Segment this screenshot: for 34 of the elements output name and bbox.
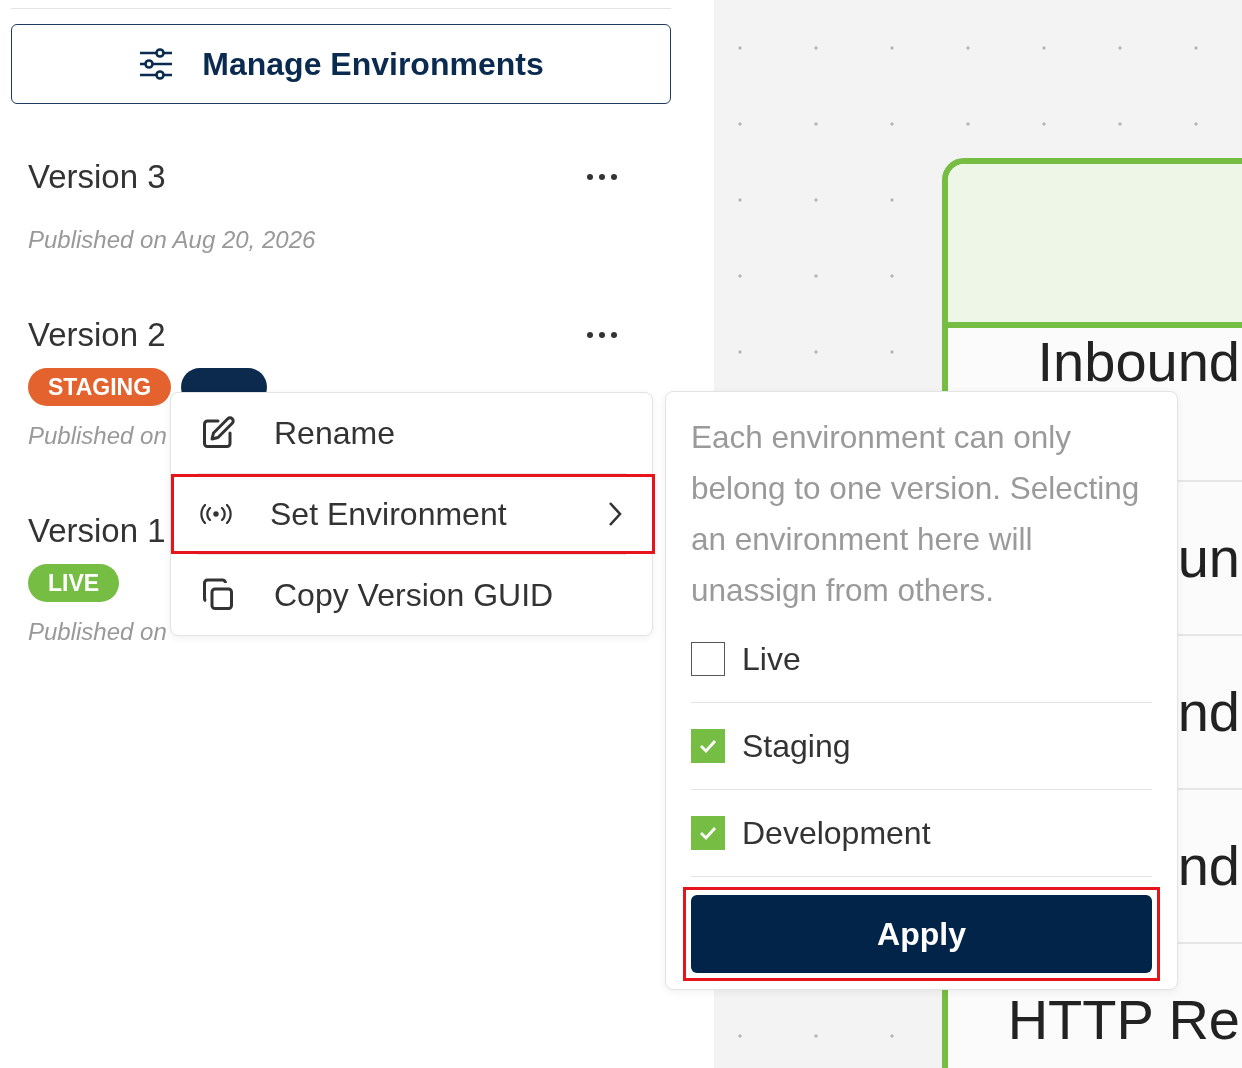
checkbox-label: Development [742, 814, 931, 852]
more-icon[interactable] [586, 331, 618, 339]
environment-badge: LIVE [28, 564, 120, 602]
menu-item[interactable]: Copy Version GUID [171, 555, 626, 635]
environment-badge: STAGING [28, 368, 172, 406]
manage-environments-button[interactable]: Manage Environments [11, 24, 671, 104]
published-date: Published on [28, 422, 167, 450]
node-row-label: nd [1177, 834, 1240, 898]
node-row-label: un [1177, 526, 1240, 590]
published-date: Published on [28, 618, 167, 646]
chevron-right-icon [608, 501, 622, 527]
menu-item[interactable]: Rename [171, 393, 626, 473]
checkbox-label: Staging [742, 727, 851, 765]
node-row-label: HTTP Re [1007, 988, 1240, 1052]
broadcast-icon [200, 504, 232, 524]
checkbox[interactable] [691, 642, 725, 676]
published-date: Published on Aug 20, 2026 [28, 226, 316, 254]
more-icon[interactable] [586, 173, 618, 181]
checkbox[interactable] [691, 729, 725, 763]
copy-icon [200, 577, 236, 613]
apply-button[interactable]: Apply [691, 895, 1152, 973]
edit-icon [200, 415, 236, 451]
version-title: Version 3 [28, 158, 166, 196]
version-title: Version 2 [28, 316, 166, 354]
check-icon [699, 826, 717, 840]
version-title: Version 1 [28, 512, 166, 550]
node-row-label: nd [1177, 680, 1240, 744]
menu-item[interactable]: Set Environment [171, 474, 655, 554]
check-icon [699, 739, 717, 753]
checkbox[interactable] [691, 816, 725, 850]
sliders-icon [138, 48, 175, 80]
checkbox-label: Live [742, 640, 801, 678]
node-row-label: Inbound [1037, 330, 1240, 394]
environment-note: Each environment can only belong to one version. Selecting an environment here will unassign from others. [691, 418, 1141, 610]
